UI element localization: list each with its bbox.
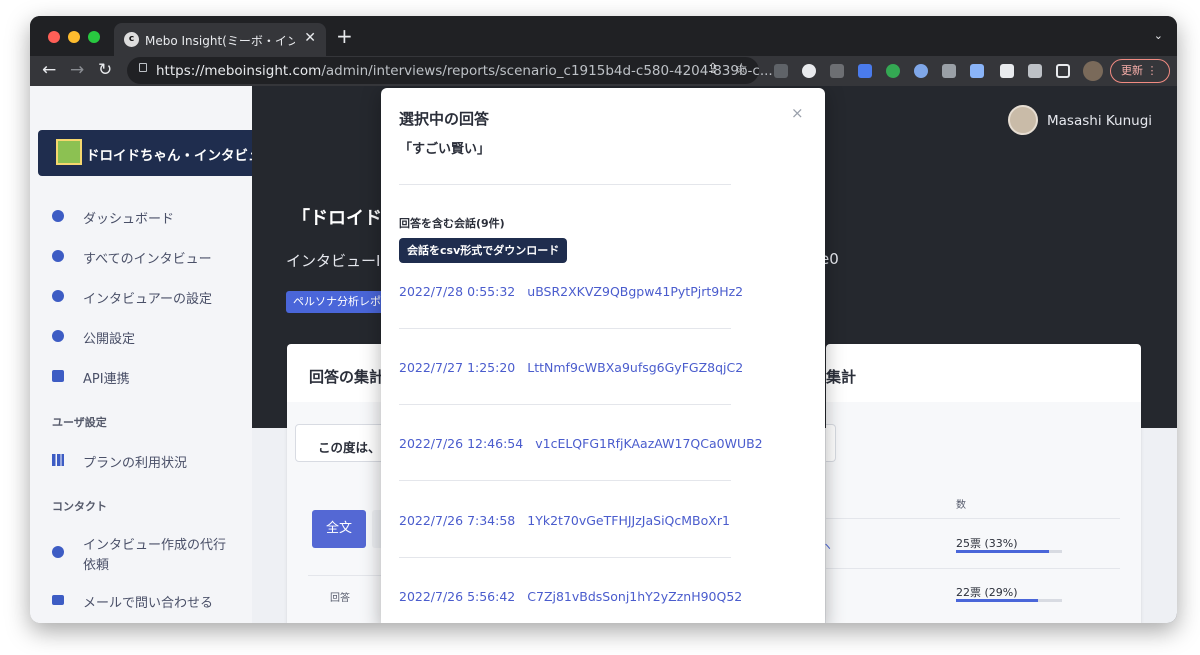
- vote-bar-fill: [956, 599, 1038, 602]
- browser-window: c Mebo Insight(ミーボ・インサイト ✕ + ⌄ ← → ↻ htt…: [30, 16, 1177, 623]
- brand-name: ドロイドちゃん・インタビュ: [86, 148, 262, 164]
- avatar[interactable]: [1008, 105, 1038, 135]
- vote-bar-fill: [956, 550, 1050, 553]
- tab-title: Mebo Insight(ミーボ・インサイト: [145, 34, 295, 48]
- conversation-link[interactable]: 2022/7/26 7:34:58 1Yk2t70vGeTFHJJzJaSiQcM…: [399, 513, 730, 528]
- browser-toolbar: ← → ↻ https://meboinsight.com/admin/inte…: [30, 56, 1177, 86]
- conversation-link[interactable]: 2022/7/27 1:25:20 LttNmf9cWBXa9ufsg6GyFGZ…: [399, 360, 743, 375]
- lock-icon: [139, 63, 147, 72]
- download-csv-button[interactable]: 会話をcsv形式でダウンロード: [399, 238, 568, 263]
- extension-icon[interactable]: [886, 64, 900, 78]
- section-contact: コンタクト: [52, 500, 107, 513]
- minimize-window-button[interactable]: [68, 31, 80, 43]
- selected-answer-modal: 選択中の回答 × 「すごい賢い」 回答を含む会話(9件) 会話をcsv形式でダウ…: [381, 88, 825, 623]
- tab-strip: c Mebo Insight(ミーボ・インサイト ✕ + ⌄: [30, 16, 1177, 56]
- bookmark-star-icon[interactable]: ☆: [735, 61, 748, 77]
- extension-icon[interactable]: [942, 64, 956, 78]
- card-title: 集計: [826, 368, 857, 386]
- conversations-heading: 回答を含む会話(9件): [399, 217, 505, 230]
- vote-bar: [956, 550, 1062, 553]
- brand-avatar: [56, 139, 82, 165]
- close-window-button[interactable]: [48, 31, 60, 43]
- favicon-icon: c: [124, 32, 139, 47]
- question-text: この度は、: [318, 440, 381, 455]
- chat-icon: [52, 250, 64, 262]
- answer-summary-card: 回答の集計: [287, 344, 387, 623]
- address-bar[interactable]: https://meboinsight.com/admin/interviews…: [127, 57, 773, 84]
- brand-selector[interactable]: ドロイドちゃん・インタビュ: [38, 130, 262, 176]
- extension-icon[interactable]: [830, 64, 844, 78]
- card-title: 回答の集計: [309, 368, 385, 386]
- divider: [399, 557, 731, 558]
- extension-icon[interactable]: [774, 64, 788, 78]
- notion-icon[interactable]: [1000, 64, 1014, 78]
- vote-count: 25票 (33%): [956, 537, 1018, 550]
- extension-icon[interactable]: [914, 64, 928, 78]
- reload-icon[interactable]: ↻: [98, 60, 112, 80]
- vote-count: 22票 (29%): [956, 586, 1018, 599]
- maximize-window-button[interactable]: [88, 31, 100, 43]
- back-arrow-icon[interactable]: ←: [42, 60, 56, 80]
- mail-icon: [52, 595, 64, 605]
- column-count: 数: [956, 500, 966, 511]
- interview-id-label: インタビューID: [286, 252, 392, 270]
- selected-answer: 「すごい賢い」: [399, 142, 491, 157]
- divider: [399, 328, 731, 329]
- aggregate-card: 集計: [826, 344, 1141, 623]
- side-panel-icon[interactable]: [1056, 64, 1070, 78]
- user-name[interactable]: Masashi Kunugi: [1047, 113, 1152, 129]
- modal-title: 選択中の回答: [399, 110, 490, 128]
- browser-tab[interactable]: c Mebo Insight(ミーボ・インサイト ✕: [114, 23, 326, 56]
- puzzle-icon[interactable]: [1028, 64, 1042, 78]
- profile-avatar[interactable]: [1083, 61, 1103, 81]
- page: ドロイドちゃん・インタビュ ダッシュボード すべてのインタビュー インタビュアー…: [30, 86, 1177, 623]
- pie-chart-icon: [52, 210, 64, 222]
- conversation-link[interactable]: 2022/7/26 5:56:42 C7Zj81vBdsSonj1hY2yZznH…: [399, 589, 742, 604]
- bar-chart-icon: [52, 454, 64, 466]
- full-text-button[interactable]: 全文: [312, 510, 366, 548]
- conversation-link[interactable]: 2022/7/28 0:55:32 uBSR2XKVZ9QBgpw41PytPjr…: [399, 284, 743, 299]
- persona-report-badge[interactable]: ペルソナ分析レポート: [286, 291, 396, 313]
- forward-arrow-icon[interactable]: →: [70, 60, 84, 80]
- cube-icon: [52, 370, 64, 382]
- update-button[interactable]: 更新 ⋮: [1110, 59, 1170, 83]
- smile-icon: [52, 290, 64, 302]
- extension-icon[interactable]: [970, 64, 984, 78]
- sidebar: ドロイドちゃん・インタビュ ダッシュボード すべてのインタビュー インタビュアー…: [30, 86, 262, 623]
- conversation-link[interactable]: 2022/7/26 12:46:54 v1cELQFG1RfjKAazAW17QC…: [399, 436, 763, 451]
- divider: [399, 404, 731, 405]
- vote-bar: [956, 599, 1062, 602]
- extension-icon[interactable]: [802, 64, 816, 78]
- page-title: 「ドロイド: [292, 208, 382, 229]
- share-icon[interactable]: ⇪: [707, 61, 719, 77]
- url-text: https://meboinsight.com/admin/interviews…: [156, 63, 773, 79]
- globe-icon: [52, 330, 64, 342]
- close-icon[interactable]: ×: [791, 104, 804, 122]
- divider: [399, 184, 731, 185]
- extension-icon[interactable]: [858, 64, 872, 78]
- close-tab-icon[interactable]: ✕: [304, 30, 316, 46]
- chat-icon: [52, 546, 64, 558]
- column-answer: 回答: [330, 593, 350, 604]
- new-tab-icon[interactable]: +: [336, 24, 353, 48]
- divider: [399, 480, 731, 481]
- section-user-settings: ユーザ設定: [52, 416, 107, 429]
- chevron-down-icon[interactable]: ⌄: [1154, 29, 1163, 42]
